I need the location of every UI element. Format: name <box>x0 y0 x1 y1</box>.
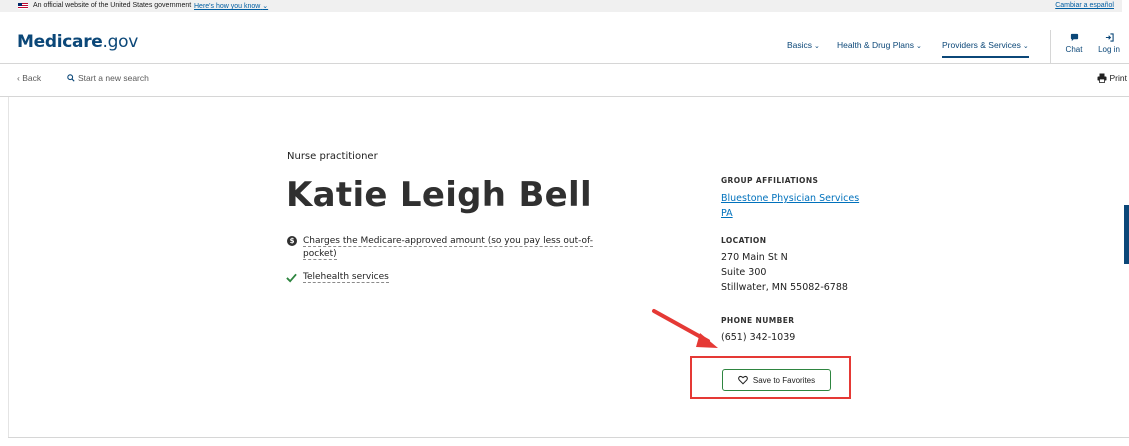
nav-health-drug-plans[interactable]: Health & Drug Plans ⌄ <box>837 40 922 50</box>
group-affiliations-heading: GROUP AFFILIATIONS <box>721 176 819 185</box>
provider-role: Nurse practitioner <box>287 151 378 162</box>
location-heading: LOCATION <box>721 236 767 245</box>
chevron-down-icon: ⌄ <box>1022 43 1029 50</box>
gov-banner: An official website of the United States… <box>0 0 1122 12</box>
side-feedback-tab[interactable] <box>1124 205 1129 264</box>
telehealth-feature[interactable]: Telehealth services <box>303 271 389 284</box>
printer-icon <box>1097 73 1107 83</box>
heres-how-you-know-link[interactable]: Here's how you know ⌄ <box>194 2 268 10</box>
spanish-language-link[interactable]: Cambiar a español <box>1055 2 1114 9</box>
address-line: 270 Main St N <box>721 252 788 263</box>
annotation-arrow-icon <box>652 309 718 348</box>
content-left-border <box>8 97 9 438</box>
chevron-down-icon: ⌄ <box>916 43 922 50</box>
medicare-approved-feature[interactable]: Charges the Medicare-approved amount (so… <box>303 235 593 261</box>
new-search-link[interactable]: Start a new search <box>67 73 149 83</box>
annotation-highlight-box <box>690 356 851 399</box>
chevron-down-icon: ⌄ <box>814 43 820 50</box>
official-site-text: An official website of the United States… <box>33 2 192 9</box>
address-line: Suite 300 <box>721 267 767 278</box>
site-header: Medicare.gov Basics ⌄ Health & Drug Plans… <box>0 12 1129 64</box>
provider-name: Katie Leigh Bell <box>286 175 592 215</box>
phone-number-heading: PHONE NUMBER <box>721 316 795 325</box>
medicare-logo[interactable]: Medicare.gov <box>17 32 138 52</box>
us-flag-icon <box>18 3 28 9</box>
chat-button[interactable]: Chat <box>1057 33 1091 54</box>
login-icon <box>1092 33 1126 45</box>
login-button[interactable]: Log in <box>1092 33 1126 54</box>
chat-bubble-icon <box>1057 33 1091 45</box>
nav-providers-services[interactable]: Providers & Services ⌄ <box>942 40 1029 58</box>
dollar-icon: $ <box>287 236 297 246</box>
check-icon <box>286 273 297 283</box>
content-bottom-border <box>8 437 1129 438</box>
affiliation-link[interactable]: Bluestone Physician Services PA <box>721 191 871 221</box>
chevron-down-icon: ⌄ <box>262 3 269 10</box>
chevron-left-icon: ‹ <box>17 73 20 83</box>
search-icon <box>67 74 75 82</box>
nav-basics[interactable]: Basics ⌄ <box>787 40 820 50</box>
header-divider <box>1050 30 1051 64</box>
print-button[interactable]: Print <box>1097 73 1127 83</box>
back-link[interactable]: ‹ Back <box>17 73 41 83</box>
address-line: Stillwater, MN 55082-6788 <box>721 282 848 293</box>
sub-navigation: ‹ Back Start a new search Print <box>0 64 1129 97</box>
phone-number: (651) 342-1039 <box>721 332 796 343</box>
